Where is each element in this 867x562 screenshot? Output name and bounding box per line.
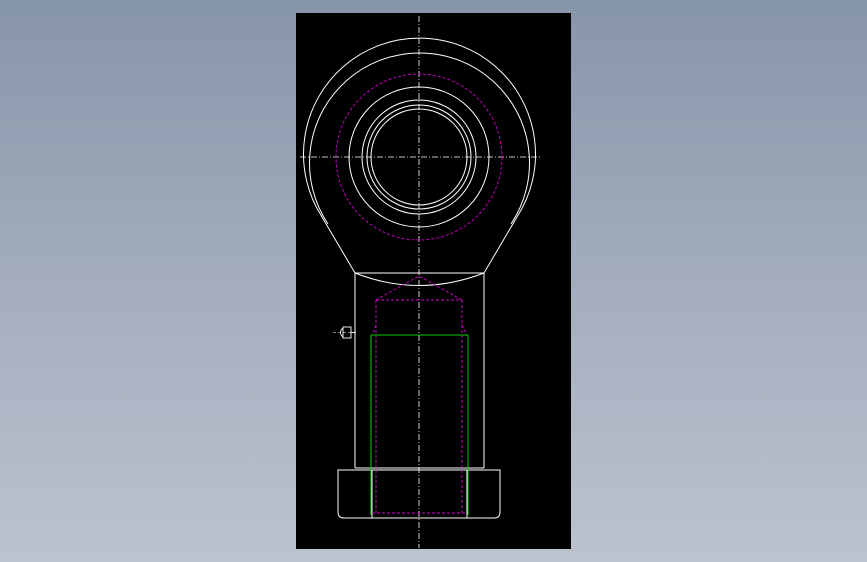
grease-nipple: [340, 326, 355, 339]
eye-inner-profile: [309, 52, 530, 225]
eye-head: [303, 37, 536, 286]
eye-right-flank: [483, 216, 518, 274]
cad-viewport[interactable]: [296, 13, 571, 549]
eye-neck-arc: [354, 272, 485, 286]
bore-chamfer-right: [461, 324, 468, 336]
eye-left-flank: [321, 216, 356, 274]
hidden-threaded-bore: [371, 275, 468, 515]
rod-end-drawing: [300, 16, 540, 548]
eye-outer-profile: [303, 37, 536, 218]
shank-body: [354, 272, 485, 469]
bore-chamfer-left: [371, 324, 377, 336]
thread-lines: [370, 334, 469, 515]
